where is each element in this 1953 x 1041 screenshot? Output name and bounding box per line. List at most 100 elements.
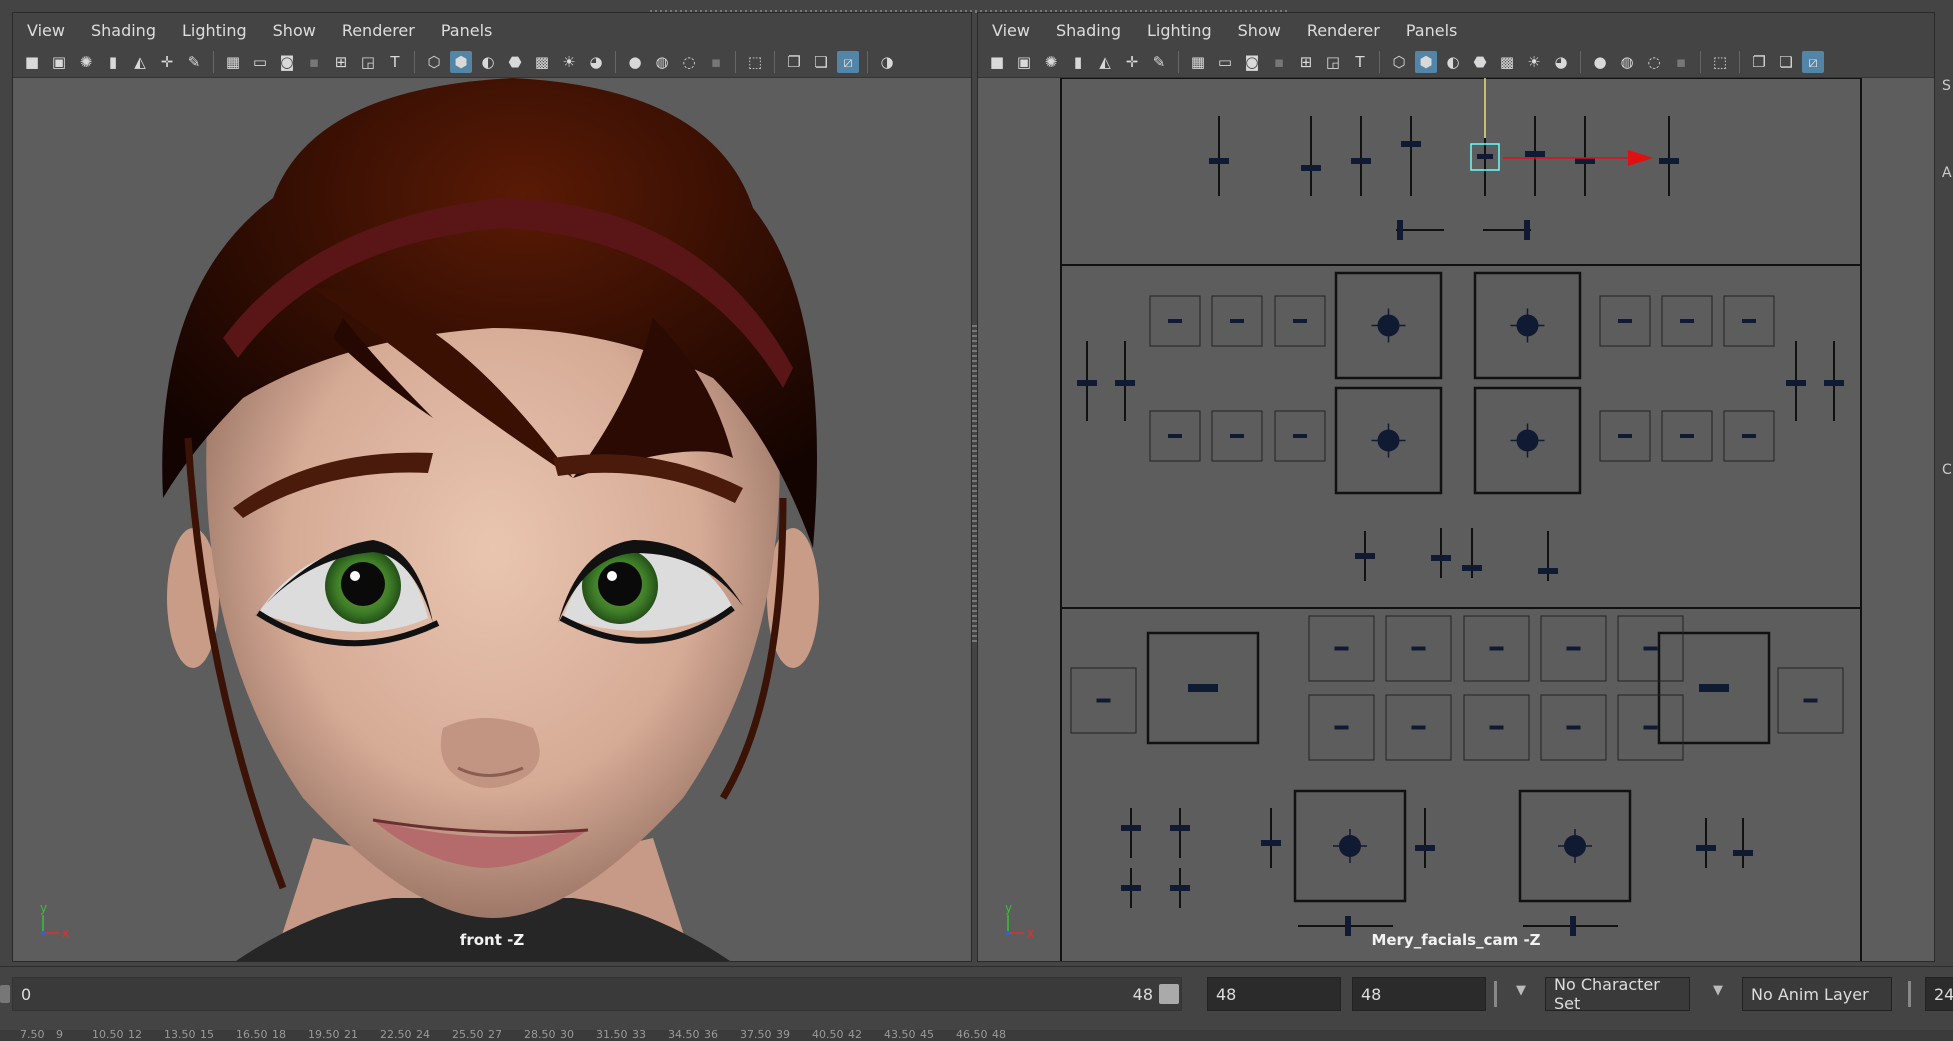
- character-set-field[interactable]: No Character Set: [1545, 975, 1690, 1013]
- jaw-slider-handle[interactable]: [1415, 845, 1435, 851]
- jaw-small-slider-handle[interactable]: [1170, 885, 1190, 891]
- wireframe-icon[interactable]: ⬡: [423, 51, 445, 73]
- 2d-pan-zoom-icon[interactable]: ✛: [156, 51, 178, 73]
- cheek-slider-handle[interactable]: [1786, 380, 1806, 386]
- gate-mask-icon[interactable]: ▪: [303, 51, 325, 73]
- jaw-small-slider-handle[interactable]: [1121, 885, 1141, 891]
- brow-slider-handle[interactable]: [1525, 151, 1545, 157]
- jaw-small-slider-handle[interactable]: [1121, 825, 1141, 831]
- exposure-icon[interactable]: ◑: [876, 51, 898, 73]
- motion-blur-icon[interactable]: ◍: [651, 51, 673, 73]
- brow-slider-handle[interactable]: [1301, 165, 1321, 171]
- camera-attributes-icon[interactable]: ▣: [1013, 51, 1035, 73]
- shadows-icon[interactable]: ◕: [585, 51, 607, 73]
- menu-shading[interactable]: Shading: [1056, 21, 1121, 40]
- menu-panels[interactable]: Panels: [441, 21, 493, 40]
- lip-control-handle[interactable]: [1411, 725, 1426, 730]
- eyelid-control-handle[interactable]: [1742, 434, 1756, 438]
- front-viewport[interactable]: y x front -Z: [13, 78, 971, 961]
- default-material-icon[interactable]: ◐: [477, 51, 499, 73]
- resolution-gate-icon[interactable]: ◙: [1241, 51, 1263, 73]
- lip-control-handle[interactable]: [1411, 646, 1426, 651]
- camera-attributes-icon[interactable]: ▣: [48, 51, 70, 73]
- image-plane-icon[interactable]: ◭: [129, 51, 151, 73]
- range-end-handle[interactable]: [1159, 984, 1179, 1004]
- brow-slider-handle[interactable]: [1659, 158, 1679, 164]
- camera-tumble-icon[interactable]: ✺: [75, 51, 97, 73]
- playback-start-field[interactable]: 48: [1207, 977, 1341, 1011]
- smooth-shade-icon[interactable]: ⬢: [1415, 51, 1437, 73]
- ambient-occlusion-icon[interactable]: ●: [1589, 51, 1611, 73]
- menu-lighting[interactable]: Lighting: [182, 21, 247, 40]
- nostril-slider-handle[interactable]: [1355, 553, 1375, 559]
- textured-icon[interactable]: ▩: [531, 51, 553, 73]
- xray-icon[interactable]: ❐: [783, 51, 805, 73]
- menu-shading[interactable]: Shading: [91, 21, 156, 40]
- safe-action-icon[interactable]: ◲: [1322, 51, 1344, 73]
- chevron-down-icon[interactable]: ▼: [1713, 983, 1723, 998]
- range-slider[interactable]: 0 48: [12, 977, 1182, 1011]
- camera-tumble-icon[interactable]: ✺: [1040, 51, 1062, 73]
- tongue-slider-handle[interactable]: [1733, 850, 1753, 856]
- menu-panels[interactable]: Panels: [1406, 21, 1458, 40]
- facial-control-board[interactable]: [978, 78, 1934, 961]
- cheek-slider-handle[interactable]: [1115, 380, 1135, 386]
- menu-show[interactable]: Show: [1238, 21, 1281, 40]
- selected-control-handle[interactable]: [1477, 154, 1493, 159]
- nostril-slider-handle[interactable]: [1462, 565, 1482, 571]
- wireframe-icon[interactable]: ⬡: [1388, 51, 1410, 73]
- ambient-occlusion-icon[interactable]: ●: [624, 51, 646, 73]
- manipulator-arrow[interactable]: [1628, 150, 1653, 166]
- field-chart-icon[interactable]: ⊞: [1295, 51, 1317, 73]
- wireframe-on-shaded-icon[interactable]: ⬣: [504, 51, 526, 73]
- safe-action-icon[interactable]: ◲: [357, 51, 379, 73]
- mouth-side-control-handle[interactable]: [1699, 684, 1729, 692]
- facial-ui-viewport[interactable]: y x Mery_facials_cam -Z: [978, 78, 1934, 961]
- lip-control-handle[interactable]: [1334, 646, 1349, 651]
- eyelid-control-handle[interactable]: [1230, 434, 1244, 438]
- mouth-corner-control-handle[interactable]: [1803, 698, 1818, 703]
- tongue-slider-handle[interactable]: [1696, 845, 1716, 851]
- depth-of-field-icon[interactable]: ▪: [705, 51, 727, 73]
- xray-icon[interactable]: ❐: [1748, 51, 1770, 73]
- brow-slider-handle[interactable]: [1575, 158, 1595, 164]
- nostril-slider-handle[interactable]: [1538, 568, 1558, 574]
- xray-joints-icon[interactable]: ❏: [810, 51, 832, 73]
- lip-control-handle[interactable]: [1566, 646, 1581, 651]
- jaw-small-slider-handle[interactable]: [1170, 825, 1190, 831]
- nose-slider-handle[interactable]: [1397, 220, 1403, 240]
- eyelid-control-handle[interactable]: [1293, 319, 1307, 323]
- eyelid-control-handle[interactable]: [1230, 319, 1244, 323]
- menu-lighting[interactable]: Lighting: [1147, 21, 1212, 40]
- cheek-slider-handle[interactable]: [1077, 380, 1097, 386]
- gate-mask-icon[interactable]: ▪: [1268, 51, 1290, 73]
- eyelid-control-handle[interactable]: [1680, 319, 1694, 323]
- shadows-icon[interactable]: ◕: [1550, 51, 1572, 73]
- isolate-select-icon[interactable]: ⬚: [744, 51, 766, 73]
- lip-control-handle[interactable]: [1643, 646, 1658, 651]
- menu-renderer[interactable]: Renderer: [1307, 21, 1380, 40]
- eyelid-control-handle[interactable]: [1680, 434, 1694, 438]
- image-plane-icon[interactable]: ◭: [1094, 51, 1116, 73]
- menu-view[interactable]: View: [27, 21, 65, 40]
- motion-blur-icon[interactable]: ◍: [1616, 51, 1638, 73]
- lip-control-handle[interactable]: [1566, 725, 1581, 730]
- mouth-corner-control-handle[interactable]: [1096, 698, 1111, 703]
- resolution-gate-icon[interactable]: ◙: [276, 51, 298, 73]
- brow-slider-handle[interactable]: [1209, 158, 1229, 164]
- anim-layer-field[interactable]: No Anim Layer: [1742, 977, 1892, 1011]
- textured-icon[interactable]: ▩: [1496, 51, 1518, 73]
- bookmark-icon[interactable]: ▮: [1067, 51, 1089, 73]
- camera-select-icon[interactable]: ■: [21, 51, 43, 73]
- film-gate-icon[interactable]: ▭: [1214, 51, 1236, 73]
- fps-field[interactable]: 24: [1925, 977, 1953, 1011]
- camera-select-icon[interactable]: ■: [986, 51, 1008, 73]
- smooth-shade-icon[interactable]: ⬢: [450, 51, 472, 73]
- 2d-pan-zoom-icon[interactable]: ✛: [1121, 51, 1143, 73]
- safe-title-icon[interactable]: T: [384, 51, 406, 73]
- eyelid-control-handle[interactable]: [1618, 319, 1632, 323]
- brow-slider-handle[interactable]: [1401, 141, 1421, 147]
- lip-control-handle[interactable]: [1489, 725, 1504, 730]
- cheek-slider-handle[interactable]: [1824, 380, 1844, 386]
- menu-renderer[interactable]: Renderer: [342, 21, 415, 40]
